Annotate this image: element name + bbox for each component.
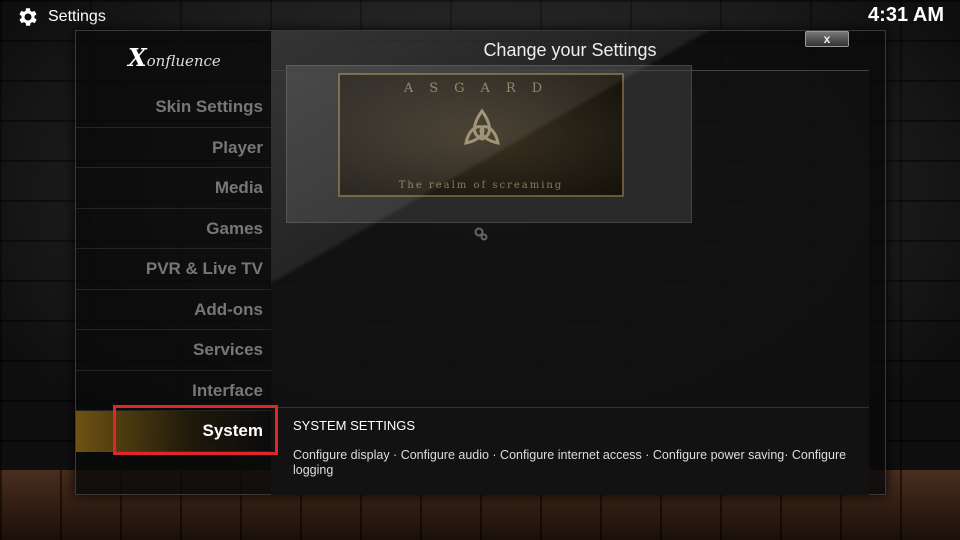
description-panel: SYSTEM SETTINGS Configure display · Conf… bbox=[271, 407, 869, 495]
window-title-group: Settings bbox=[16, 5, 106, 29]
clock: 4:31 AM bbox=[868, 4, 944, 26]
selection-highlight-box bbox=[113, 405, 278, 455]
menu-item-services[interactable]: Services bbox=[76, 330, 271, 371]
top-bar: Settings 4:31 AM bbox=[0, 0, 960, 32]
small-gear-icon bbox=[474, 227, 488, 241]
menu-item-games[interactable]: Games bbox=[76, 209, 271, 249]
settings-menu: Skin Settings Player Media Games PVR & L… bbox=[76, 87, 271, 452]
menu-item-add-ons[interactable]: Add-ons bbox=[76, 290, 271, 330]
page-title: Change your Settings bbox=[271, 37, 869, 71]
window-title: Settings bbox=[48, 8, 106, 25]
gear-icon bbox=[19, 8, 37, 26]
description-body: Configure display · Configure audio · Co… bbox=[293, 448, 847, 477]
menu-item-media[interactable]: Media bbox=[76, 168, 271, 209]
preview-image: ASGARD The realm of screaming bbox=[338, 73, 624, 197]
confluence-logo: Xonfluence bbox=[128, 43, 221, 72]
description-title: SYSTEM SETTINGS bbox=[293, 418, 416, 433]
menu-item-player[interactable]: Player bbox=[76, 128, 271, 168]
menu-item-skin-settings[interactable]: Skin Settings bbox=[76, 87, 271, 128]
menu-item-pvr-live-tv[interactable]: PVR & Live TV bbox=[76, 249, 271, 290]
triquetra-emblem bbox=[464, 108, 500, 145]
